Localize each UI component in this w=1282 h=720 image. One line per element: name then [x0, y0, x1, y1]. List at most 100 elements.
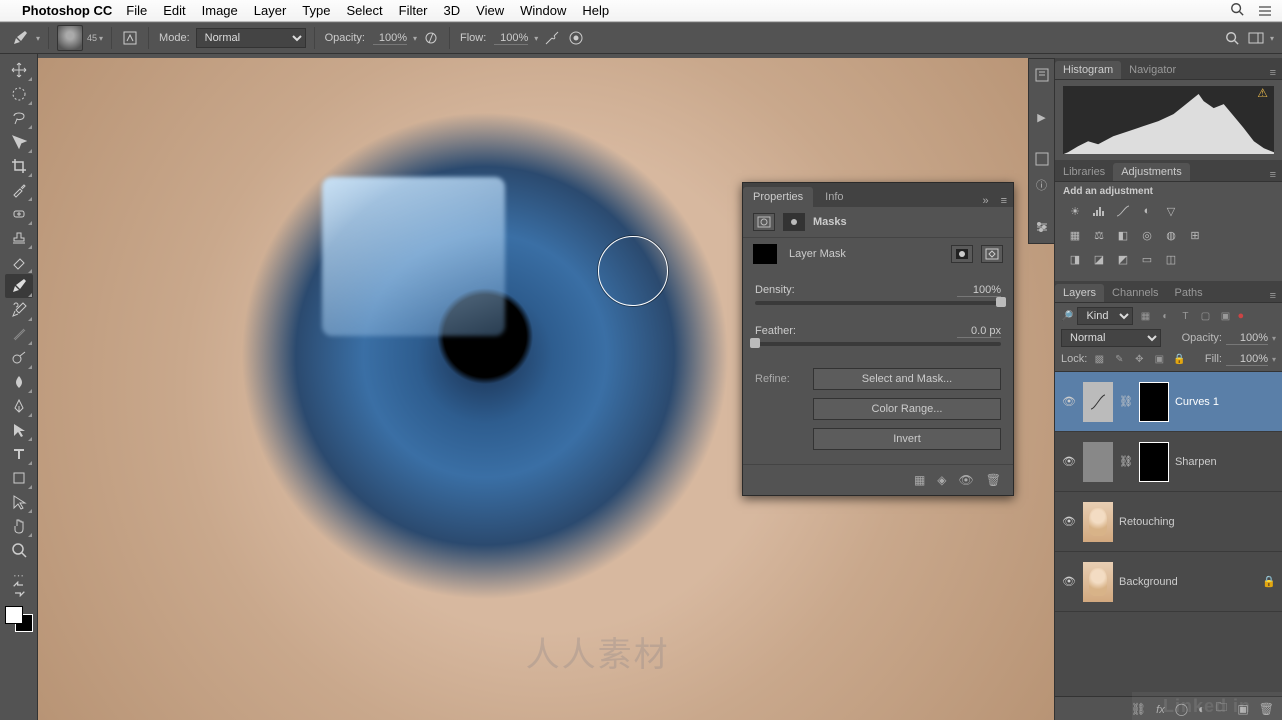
layer-blend-select[interactable]: Normal — [1061, 329, 1161, 347]
eraser-tool[interactable] — [5, 250, 33, 274]
menu-view[interactable]: View — [476, 3, 504, 18]
vector-mask-icon[interactable] — [783, 213, 805, 231]
lock-all-icon[interactable]: 🔒 — [1171, 351, 1187, 367]
curves-icon[interactable] — [1115, 203, 1131, 219]
lock-pixels-icon[interactable]: ✎ — [1111, 351, 1127, 367]
mask-thumbnail[interactable] — [753, 244, 777, 264]
pressure-opacity-icon[interactable] — [421, 28, 441, 48]
visibility-icon[interactable]: 👁 — [1061, 395, 1077, 408]
quick-select-tool[interactable] — [5, 130, 33, 154]
info-mini-icon[interactable]: ⓘ — [1032, 175, 1052, 195]
layer-retouching[interactable]: 👁 Retouching — [1055, 492, 1282, 552]
fill-value[interactable]: 100% — [1226, 353, 1268, 366]
direct-select-tool[interactable] — [5, 490, 33, 514]
tab-adjustments[interactable]: Adjustments — [1113, 163, 1190, 181]
menu-type[interactable]: Type — [302, 3, 330, 18]
dodge-tool[interactable] — [5, 346, 33, 370]
filter-pixel-icon[interactable]: ▦ — [1137, 308, 1153, 324]
vibrance-icon[interactable]: ▽ — [1163, 203, 1179, 219]
chanmix-icon[interactable]: ◍ — [1163, 227, 1179, 243]
filter-smart-icon[interactable]: ▣ — [1217, 308, 1233, 324]
pixel-mask-icon[interactable] — [753, 213, 775, 231]
add-pixel-mask-icon[interactable] — [951, 245, 973, 263]
menu-help[interactable]: Help — [582, 3, 609, 18]
swap-colors-icon[interactable] — [5, 582, 33, 596]
link-icon[interactable]: ⛓ — [1119, 395, 1133, 408]
airbrush-icon[interactable] — [542, 28, 562, 48]
bw-icon[interactable]: ◧ — [1115, 227, 1131, 243]
menu-window[interactable]: Window — [520, 3, 566, 18]
histogram-chart[interactable] — [1063, 86, 1274, 154]
layer-curves-1[interactable]: 👁 ⛓ Curves 1 — [1055, 372, 1282, 432]
search-icon[interactable] — [1230, 2, 1244, 19]
filter-adjust-icon[interactable]: ◐ — [1157, 308, 1173, 324]
marquee-tool[interactable] — [5, 82, 33, 106]
lock-pos-icon[interactable]: ✥ — [1131, 351, 1147, 367]
tab-channels[interactable]: Channels — [1104, 284, 1166, 302]
brightness-icon[interactable]: ☀ — [1067, 203, 1083, 219]
collapse-icon[interactable]: » — [976, 195, 994, 207]
invert-button[interactable]: Invert — [813, 428, 1001, 450]
visibility-icon[interactable]: 👁 — [1061, 515, 1077, 528]
link-icon[interactable]: ⛓ — [1119, 455, 1133, 468]
lock-artboard-icon[interactable]: ▣ — [1151, 351, 1167, 367]
type-tool[interactable] — [5, 442, 33, 466]
blend-mode-select[interactable]: Normal — [196, 28, 306, 48]
menu-image[interactable]: Image — [202, 3, 238, 18]
select-and-mask-button[interactable]: Select and Mask... — [813, 368, 1001, 390]
disable-mask-icon[interactable]: 👁 — [959, 473, 974, 487]
zoom-tool[interactable] — [5, 538, 33, 562]
filter-kind-select[interactable]: Kind — [1077, 307, 1133, 325]
tab-paths[interactable]: Paths — [1167, 284, 1211, 302]
photofilter-icon[interactable]: ◎ — [1139, 227, 1155, 243]
color-swatches[interactable] — [5, 606, 33, 632]
actions-icon[interactable]: ▶ — [1032, 107, 1052, 127]
history-brush-tool[interactable] — [5, 298, 33, 322]
brush-panel-toggle-icon[interactable] — [120, 28, 140, 48]
app-name[interactable]: Photoshop CC — [22, 3, 112, 18]
tab-navigator[interactable]: Navigator — [1121, 61, 1184, 79]
tab-info[interactable]: Info — [815, 187, 853, 207]
menu-list-icon[interactable] — [1258, 5, 1272, 17]
brush-preset-picker[interactable] — [57, 25, 83, 51]
layer-name[interactable]: Sharpen — [1175, 456, 1276, 468]
layer-sharpen[interactable]: 👁 ⛓ Sharpen — [1055, 432, 1282, 492]
selcolor-icon[interactable]: ◫ — [1163, 251, 1179, 267]
layer-thumb[interactable] — [1083, 562, 1113, 602]
tab-properties[interactable]: Properties — [743, 187, 813, 207]
hue-icon[interactable]: ▦ — [1067, 227, 1083, 243]
layer-name[interactable]: Retouching — [1119, 516, 1276, 528]
visibility-icon[interactable]: 👁 — [1061, 575, 1077, 588]
menu-file[interactable]: File — [126, 3, 147, 18]
menu-edit[interactable]: Edit — [163, 3, 185, 18]
foreground-color[interactable] — [5, 606, 23, 624]
menu-3d[interactable]: 3D — [444, 3, 461, 18]
menu-filter[interactable]: Filter — [399, 3, 428, 18]
properties-panel[interactable]: Properties Info » ≡ Masks Layer Mask Den… — [742, 182, 1014, 496]
current-tool-icon[interactable] — [8, 30, 32, 46]
pressure-size-icon[interactable] — [566, 28, 586, 48]
panel-menu-icon[interactable]: ≡ — [995, 195, 1013, 207]
layer-opacity-value[interactable]: 100% — [1226, 332, 1268, 345]
density-value[interactable]: 100% — [957, 284, 1001, 297]
tab-histogram[interactable]: Histogram — [1055, 61, 1121, 79]
properties-mini-icon[interactable] — [1032, 217, 1052, 237]
layer-thumb[interactable] — [1083, 502, 1113, 542]
filter-shape-icon[interactable]: ▢ — [1197, 308, 1213, 324]
feather-value[interactable]: 0.0 px — [957, 325, 1001, 338]
healing-brush-tool[interactable] — [5, 202, 33, 226]
stamp-tool[interactable] — [5, 226, 33, 250]
history-icon[interactable] — [1032, 65, 1052, 85]
filter-type-icon[interactable]: T — [1177, 308, 1193, 324]
menu-layer[interactable]: Layer — [254, 3, 287, 18]
character-icon[interactable] — [1032, 149, 1052, 169]
edit-toolbar-icon[interactable]: ⋯ — [5, 568, 33, 582]
colorbal-icon[interactable]: ⚖ — [1091, 227, 1107, 243]
invert-icon[interactable]: ◨ — [1067, 251, 1083, 267]
apply-mask-icon[interactable]: ◈ — [937, 473, 946, 487]
lasso-tool[interactable] — [5, 106, 33, 130]
search-ps-icon[interactable] — [1222, 28, 1242, 48]
add-vector-mask-icon[interactable] — [981, 245, 1003, 263]
load-selection-icon[interactable]: ▦ — [914, 473, 925, 487]
threshold-icon[interactable]: ◩ — [1115, 251, 1131, 267]
